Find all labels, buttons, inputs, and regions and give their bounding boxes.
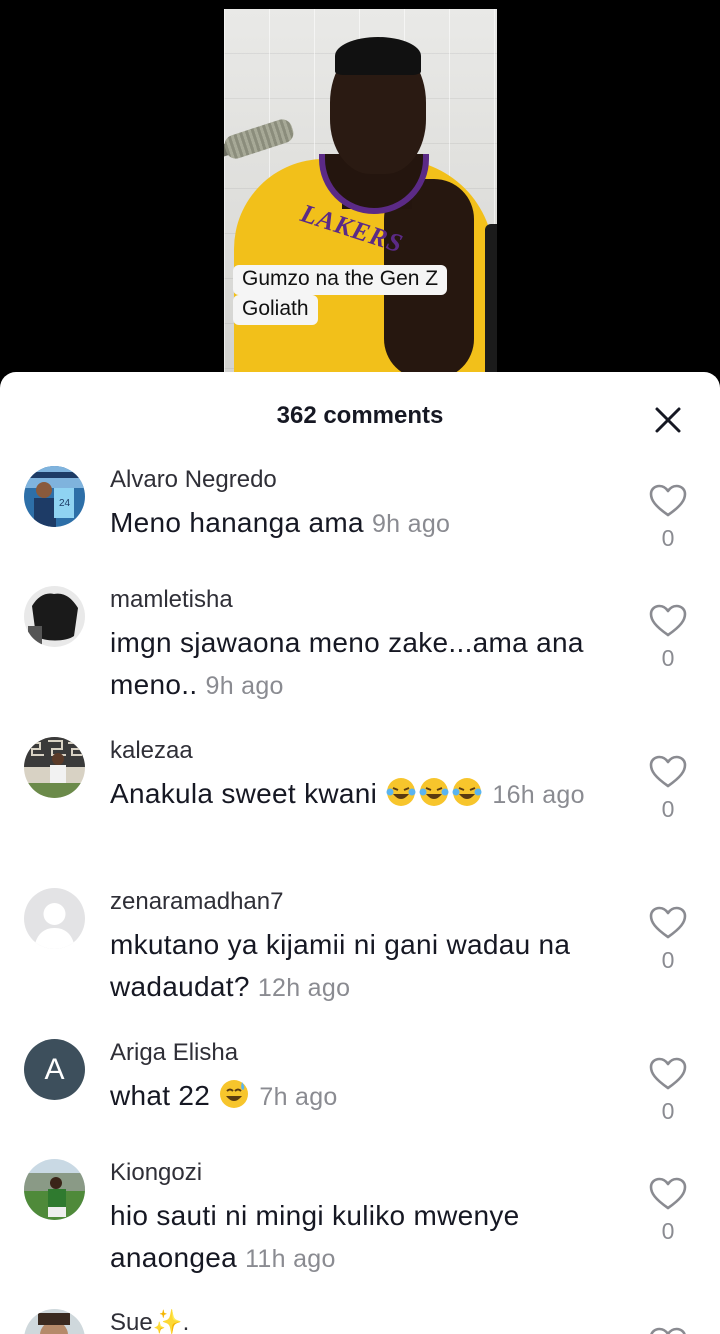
comment-text: mkutano ya kijamii ni gani wadau na wada… (110, 924, 630, 1009)
comment-time: 9h ago (205, 672, 284, 700)
comment-text: imgn sjawaona meno zake...ama ana meno..… (110, 622, 630, 707)
avatar[interactable] (24, 1309, 85, 1334)
laughing-tears-emoji (385, 778, 484, 809)
avatar[interactable] (24, 888, 85, 949)
heart-icon (649, 1057, 687, 1090)
sweat-smile-emoji (218, 1080, 251, 1111)
comment-username[interactable]: Kiongozi (110, 1159, 630, 1187)
avatar[interactable]: A (24, 1039, 85, 1100)
comment-body: zenaramadhan7 mkutano ya kijamii ni gani… (110, 888, 630, 1009)
like-button[interactable]: 0 (646, 604, 690, 672)
close-button[interactable] (654, 406, 682, 434)
comment-text: hio sauti ni mingi kuliko mwenye anaonge… (110, 1195, 630, 1280)
heart-icon (650, 1327, 686, 1334)
like-count: 0 (661, 796, 675, 822)
like-count: 0 (661, 947, 675, 973)
comment-text: Meno hananga ama 9h ago (110, 502, 630, 545)
video-caption: Gumzo na the Gen Z Goliath (233, 265, 468, 325)
heart-icon (649, 755, 687, 788)
like-count: 0 (661, 525, 675, 551)
comment-username[interactable]: Sue✨. (110, 1309, 630, 1334)
comment-text: Anakula sweet kwani 16h ago (110, 773, 630, 816)
like-count: 0 (661, 645, 675, 671)
chair (485, 224, 497, 380)
comments-count-title: 362 comments (276, 402, 444, 429)
heart-icon (649, 1177, 687, 1210)
like-button[interactable]: 0 (646, 1177, 690, 1245)
avatar-letter: A (44, 1052, 65, 1086)
like-button[interactable]: 0 (646, 484, 690, 552)
comment-text-content: what 22 (110, 1080, 211, 1111)
avatar[interactable] (24, 586, 85, 647)
like-button[interactable] (646, 1327, 690, 1334)
comment-time: 16h ago (492, 781, 585, 809)
sheet-header: 362 comments (0, 372, 720, 462)
comment-body: Ariga Elisha what 22 7h ago (110, 1039, 630, 1118)
svg-text:24: 24 (59, 498, 71, 509)
comments-sheet: 362 comments 24 Alvaro Negredo Meno hana… (0, 372, 720, 1334)
like-button[interactable]: 0 (646, 906, 690, 974)
comment-username[interactable]: zenaramadhan7 (110, 888, 630, 916)
comment-username[interactable]: mamletisha (110, 586, 630, 614)
like-button[interactable]: 0 (646, 1057, 690, 1125)
comment-text: what 22 7h ago (110, 1075, 630, 1118)
hair (335, 37, 421, 75)
like-button[interactable]: 0 (646, 755, 690, 823)
comment-body: Alvaro Negredo Meno hananga ama 9h ago (110, 466, 630, 545)
comment-time: 9h ago (371, 510, 451, 538)
comment-time: 12h ago (257, 974, 351, 1002)
comment-text-content: imgn sjawaona meno zake...ama ana meno.. (110, 627, 584, 700)
like-count: 0 (661, 1218, 675, 1244)
comment-body: Kiongozi hio sauti ni mingi kuliko mweny… (110, 1159, 630, 1280)
caption-line-2: Goliath (233, 295, 318, 325)
comment-body: kalezaa Anakula sweet kwani 16h ago (110, 737, 630, 816)
comment-time: 7h ago (259, 1083, 338, 1111)
comment-time: 11h ago (245, 1245, 336, 1273)
comment-text-content: Meno hananga ama (110, 507, 364, 538)
avatar[interactable]: 24 (24, 466, 85, 527)
heart-icon (649, 906, 687, 939)
like-count: 0 (661, 1098, 675, 1124)
default-avatar-icon (24, 888, 85, 949)
heart-icon (649, 604, 687, 637)
heart-icon (649, 484, 687, 517)
comment-body: Sue✨. (110, 1309, 630, 1334)
comment-text-content: Anakula sweet kwani (110, 778, 378, 809)
comment-body: mamletisha imgn sjawaona meno zake...ama… (110, 586, 630, 707)
comment-username[interactable]: kalezaa (110, 737, 630, 765)
comment-username[interactable]: Alvaro Negredo (110, 466, 630, 494)
caption-line-1: Gumzo na the Gen Z (233, 265, 448, 295)
comment-username[interactable]: Ariga Elisha (110, 1039, 630, 1067)
video-player[interactable]: LAKERS Gumzo na the Gen Z Goliath (0, 0, 720, 380)
avatar[interactable] (24, 737, 85, 798)
close-icon (655, 407, 681, 433)
avatar[interactable] (24, 1159, 85, 1220)
